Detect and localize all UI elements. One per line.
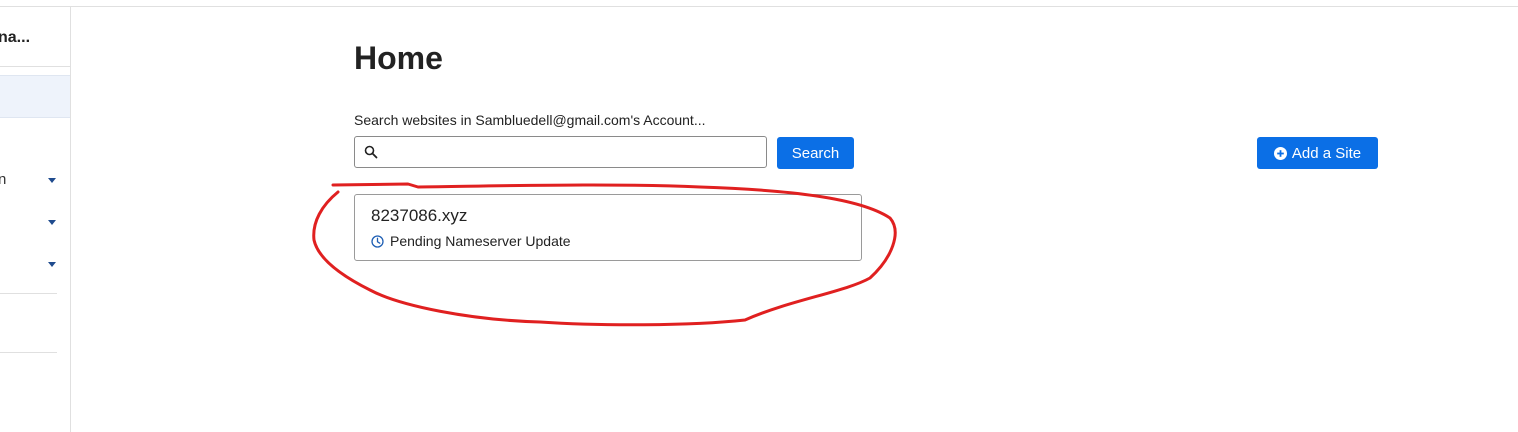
page-title: Home bbox=[354, 40, 443, 76]
search-box[interactable] bbox=[354, 136, 767, 169]
add-site-button[interactable]: Add a Site bbox=[1257, 137, 1378, 169]
sidebar-divider bbox=[0, 352, 57, 353]
search-button[interactable]: Search bbox=[777, 137, 854, 169]
plus-circle-icon bbox=[1273, 146, 1287, 160]
search-label: Search websites in Sambluedell@gmail.com… bbox=[354, 112, 706, 128]
account-name[interactable]: na... bbox=[0, 29, 30, 47]
search-input[interactable] bbox=[383, 137, 762, 169]
search-button-label: Search bbox=[791, 144, 840, 162]
add-site-label: Add a Site bbox=[1291, 144, 1362, 162]
chevron-down-icon[interactable] bbox=[48, 262, 56, 267]
sidebar-divider bbox=[0, 293, 57, 294]
sidebar: na... n bbox=[0, 7, 71, 432]
sidebar-item-label: n bbox=[0, 171, 6, 188]
site-card[interactable]: 8237086.xyz Pending Nameserver Update bbox=[354, 194, 862, 261]
chevron-down-icon[interactable] bbox=[48, 178, 56, 183]
site-domain[interactable]: 8237086.xyz bbox=[371, 206, 467, 226]
site-status-label: Pending Nameserver Update bbox=[390, 233, 571, 249]
clock-icon bbox=[371, 234, 384, 248]
top-border bbox=[0, 6, 1518, 7]
search-icon bbox=[364, 145, 378, 159]
chevron-down-icon[interactable] bbox=[48, 220, 56, 225]
site-status: Pending Nameserver Update bbox=[371, 233, 571, 249]
sidebar-item-active[interactable] bbox=[0, 75, 70, 118]
sidebar-divider bbox=[0, 66, 70, 67]
